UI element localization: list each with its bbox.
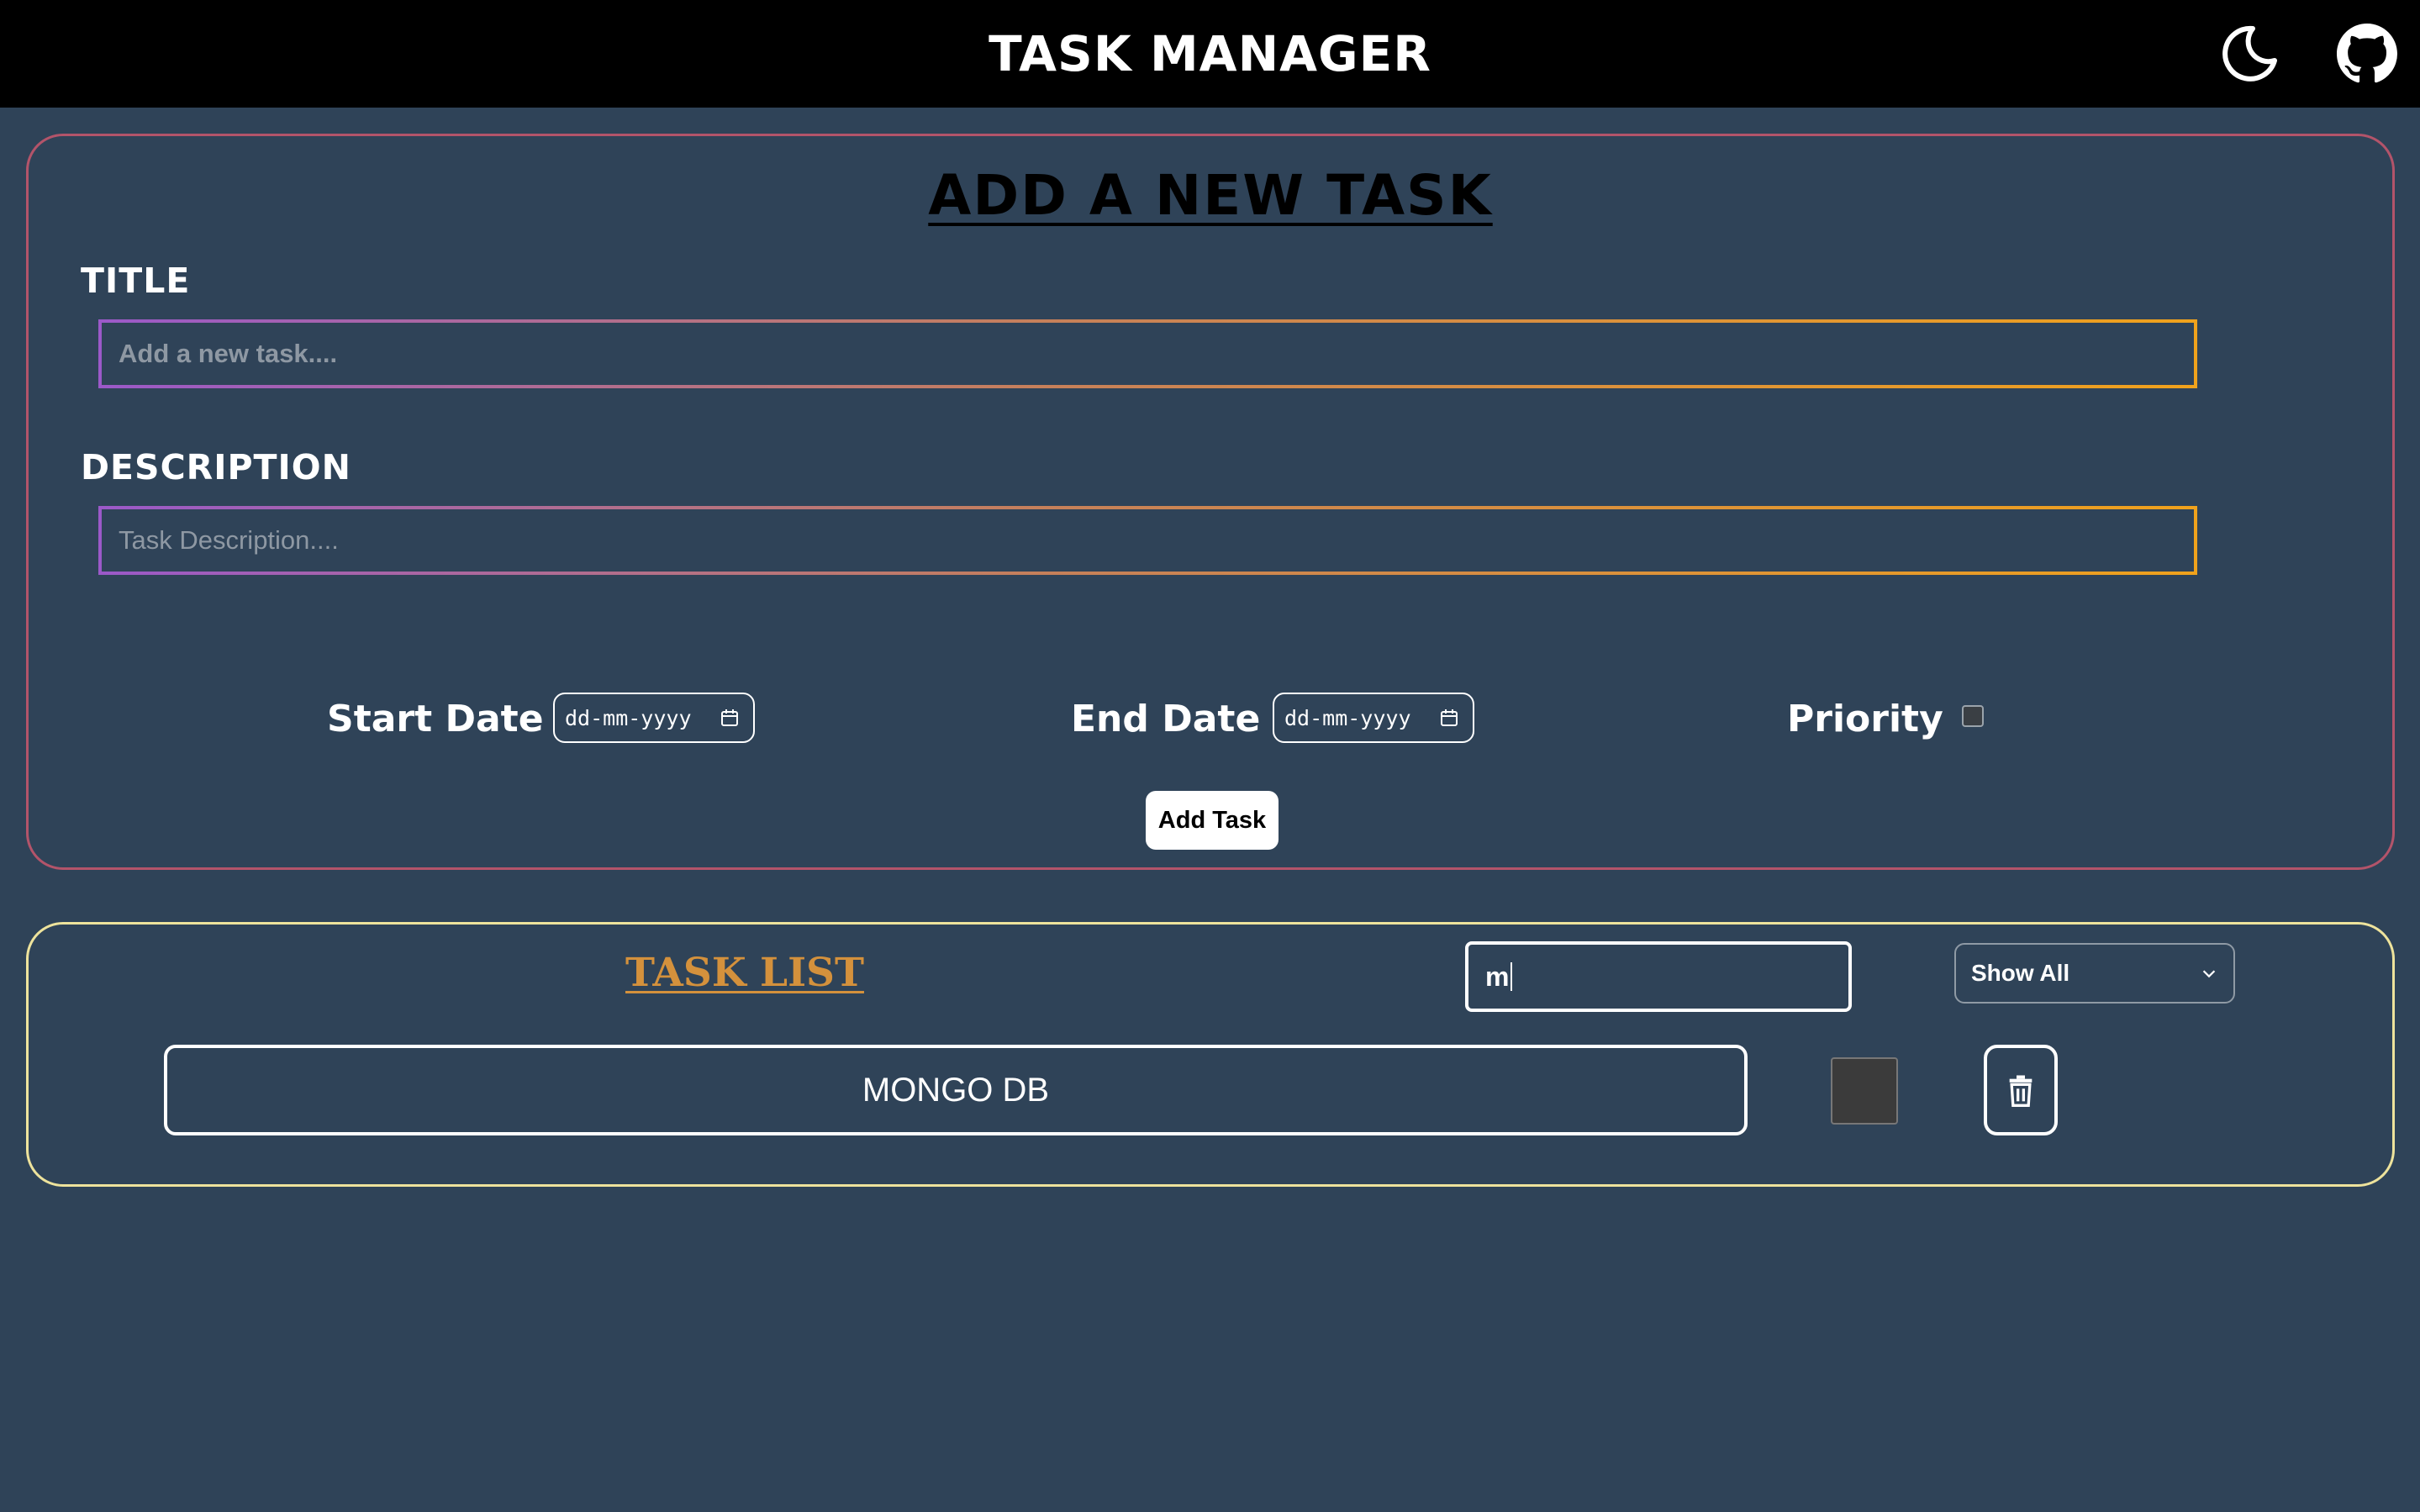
task-title: MONGO DB: [862, 1071, 1050, 1109]
filter-select[interactable]: Show All: [1954, 943, 2235, 1004]
task-complete-checkbox[interactable]: [1831, 1057, 1898, 1125]
priority-checkbox[interactable]: [1962, 705, 1984, 727]
delete-task-button[interactable]: [1984, 1045, 2058, 1135]
task-list-panel: TASK LIST m Show All MONGO DB: [26, 922, 2395, 1187]
search-value: m: [1485, 961, 1510, 992]
add-task-heading: ADD A NEW TASK: [928, 163, 1493, 228]
app-title: TASK MANAGER: [989, 25, 1431, 82]
app-header: TASK MANAGER: [0, 0, 2420, 108]
priority-label: Priority: [1787, 698, 1943, 740]
start-date-input[interactable]: dd-mm-yyyy: [553, 693, 755, 743]
description-label: DESCRIPTION: [81, 447, 351, 487]
description-input[interactable]: [102, 509, 2194, 572]
add-task-panel: ADD A NEW TASK TITLE DESCRIPTION Start D…: [26, 134, 2395, 870]
end-date-input[interactable]: dd-mm-yyyy: [1273, 693, 1474, 743]
github-icon: [2337, 24, 2397, 83]
calendar-icon: [1441, 709, 1458, 726]
end-date-label: End Date: [1071, 698, 1261, 740]
filter-selected-value: Show All: [1971, 960, 2070, 986]
end-date-value: dd-mm-yyyy: [1284, 705, 1411, 730]
search-input[interactable]: m: [1465, 941, 1852, 1012]
trash-icon: [2009, 1075, 2032, 1107]
text-caret: [1511, 962, 1513, 991]
moon-icon: [2222, 25, 2277, 82]
start-date-value: dd-mm-yyyy: [565, 705, 692, 730]
github-link[interactable]: [2337, 24, 2397, 84]
start-date-label: Start Date: [327, 698, 544, 740]
calendar-icon: [721, 709, 738, 726]
title-input-wrapper: [98, 319, 2197, 388]
chevron-down-icon: [2202, 970, 2216, 978]
task-list-heading: TASK LIST: [625, 950, 864, 996]
title-label: TITLE: [81, 261, 191, 301]
dark-mode-toggle[interactable]: [2219, 24, 2280, 84]
title-input[interactable]: [102, 323, 2194, 385]
task-item[interactable]: MONGO DB: [164, 1045, 1748, 1135]
add-task-button[interactable]: Add Task: [1146, 791, 1279, 850]
description-input-wrapper: [98, 506, 2197, 575]
